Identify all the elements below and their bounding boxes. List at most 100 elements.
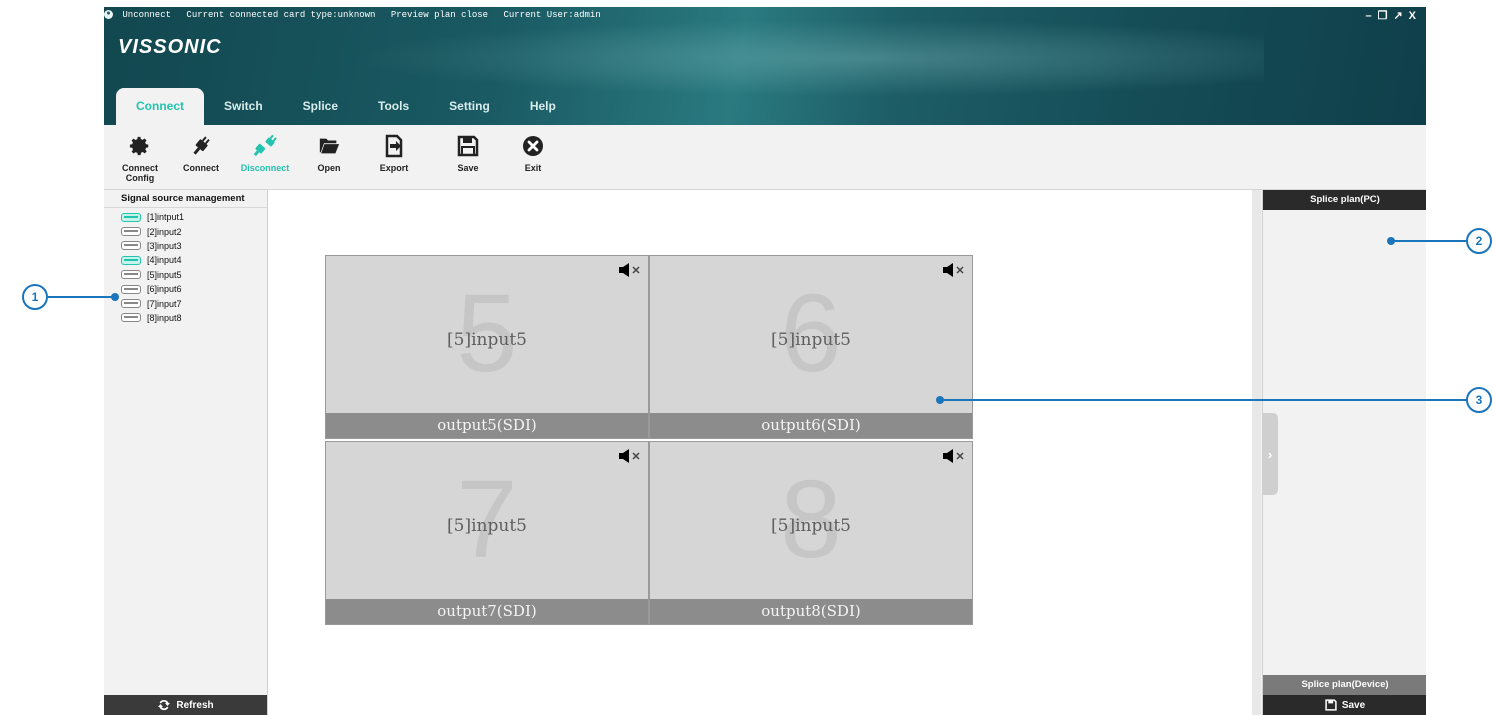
floppy-disk-icon [457,135,479,157]
output-label: output6(SDI) [650,413,972,438]
close-button[interactable]: X [1409,10,1422,22]
tab-connect[interactable]: Connect [116,88,204,125]
tab-help[interactable]: Help [510,88,576,125]
callout-2-line [1392,240,1466,242]
restore-button[interactable]: ❐ [1378,10,1394,22]
floppy-disk-icon [1325,699,1337,711]
signal-label: [3]input3 [147,240,182,251]
signal-item[interactable]: [4]input4 [104,253,267,267]
export-button[interactable]: Export [364,133,424,173]
exit-button[interactable]: Exit [503,133,563,173]
signal-item[interactable]: [5]input5 [104,268,267,282]
signal-label: [6]input6 [147,284,182,295]
folder-open-icon [319,138,340,154]
signal-label: [5]input5 [147,269,182,280]
output-label: output5(SDI) [326,413,648,438]
refresh-button[interactable]: Refresh [104,695,267,715]
main-tabs: Connect Switch Splice Tools Setting Help [116,88,576,125]
title-banner: ● Unconnect Current connected card type:… [104,7,1426,125]
connect-button[interactable]: Connect [171,133,231,173]
hdmi-port-icon [121,313,141,323]
vissonic-logo: VISSONIC [118,36,222,58]
minimize-button[interactable]: – [1365,10,1377,22]
callout-2-dot [1387,237,1395,245]
mute-icon[interactable] [942,262,966,278]
mute-icon[interactable] [618,262,642,278]
mute-icon[interactable] [618,448,642,464]
exit-label: Exit [524,163,542,173]
app-icon: ● [104,10,113,20]
hdmi-port-icon [121,299,141,309]
signal-label: [8]input8 [147,312,182,323]
wall-cell[interactable]: 5 [5]input5 output5(SDI) [325,255,649,439]
save-label: Save [457,163,479,173]
signal-item[interactable]: [6]input6 [104,282,267,296]
callout-1: 1 [22,284,48,310]
popout-button[interactable]: ↗ [1393,10,1408,22]
callout-1-line [48,296,114,298]
refresh-label: Refresh [176,699,214,711]
mute-icon[interactable] [942,448,966,464]
splice-save-label: Save [1341,699,1366,711]
signal-label: [1]intput1 [147,212,185,223]
connection-status: Unconnect [122,10,172,20]
callout-2: 2 [1466,228,1492,254]
signal-panel-title: Signal source management [104,190,267,208]
signal-item[interactable]: [8]input8 [104,311,267,325]
callout-3: 3 [1466,387,1492,413]
tab-tools[interactable]: Tools [358,88,429,125]
tab-splice[interactable]: Splice [283,88,358,125]
export-label: Export [379,163,409,173]
cell-source: [5]input5 [447,330,527,350]
hdmi-port-icon [121,284,141,294]
splice-plan-pc-title: Splice plan(PC) [1263,190,1426,210]
signal-list: [1]intput1 [2]input2 [3]input3 [4]input4… [104,208,267,325]
disconnect-button[interactable]: Disconnect [235,133,295,173]
signal-source-panel: Signal source management [1]intput1 [2]i… [104,190,268,715]
wall-cell[interactable]: 6 [5]input5 output6(SDI) [649,255,973,439]
wall-cell[interactable]: 8 [5]input5 output8(SDI) [649,441,973,625]
hdmi-port-icon [121,212,141,222]
connect-config-label: Connect Config [122,163,158,183]
hdmi-port-icon [121,270,141,280]
splice-save-button[interactable]: Save [1263,695,1426,715]
panel-collapse-toggle[interactable]: › [1262,413,1278,495]
preview-status: Preview plan close [390,10,489,20]
cell-source: [5]input5 [447,516,527,536]
splice-plan-device-title: Splice plan(Device) [1263,675,1426,695]
callout-3-line [942,399,1466,401]
plug-icon [193,136,210,155]
callout-1-dot [111,293,119,301]
signal-item[interactable]: [1]intput1 [104,210,267,224]
signal-item[interactable]: [7]input7 [104,296,267,310]
output-label: output7(SDI) [326,599,648,624]
output-label: output8(SDI) [650,599,972,624]
hdmi-port-icon [121,255,141,265]
cell-source: [5]input5 [771,516,851,536]
signal-item[interactable]: [2]input2 [104,224,267,238]
cell-source: [5]input5 [771,330,851,350]
signal-item[interactable]: [3]input3 [104,239,267,253]
export-icon [385,134,403,158]
hdmi-port-icon [121,227,141,237]
disconnect-plug-icon [253,134,277,157]
save-button[interactable]: Save [438,133,498,173]
signal-label: [4]input4 [147,255,182,266]
signal-label: [2]input2 [147,226,182,237]
open-label: Open [317,163,341,173]
refresh-icon [158,699,171,711]
wall-cell[interactable]: 7 [5]input5 output7(SDI) [325,441,649,625]
card-type: Current connected card type:unknown [186,10,376,20]
disconnect-label: Disconnect [240,163,290,173]
splice-plan-panel: Splice plan(PC) Splice plan(Device) Save [1262,190,1426,715]
open-button[interactable]: Open [299,133,359,173]
tab-switch[interactable]: Switch [204,88,283,125]
tab-setting[interactable]: Setting [429,88,510,125]
hdmi-port-icon [121,241,141,251]
video-wall: 5 [5]input5 output5(SDI) 6 [5]input5 out… [325,255,976,625]
connect-label: Connect [183,163,219,173]
connect-config-button[interactable]: Connect Config [110,133,170,183]
canvas-scrollbar[interactable] [1252,190,1261,715]
chevron-right-icon: › [1267,446,1273,462]
status-bar: ● Unconnect Current connected card type:… [104,10,611,24]
